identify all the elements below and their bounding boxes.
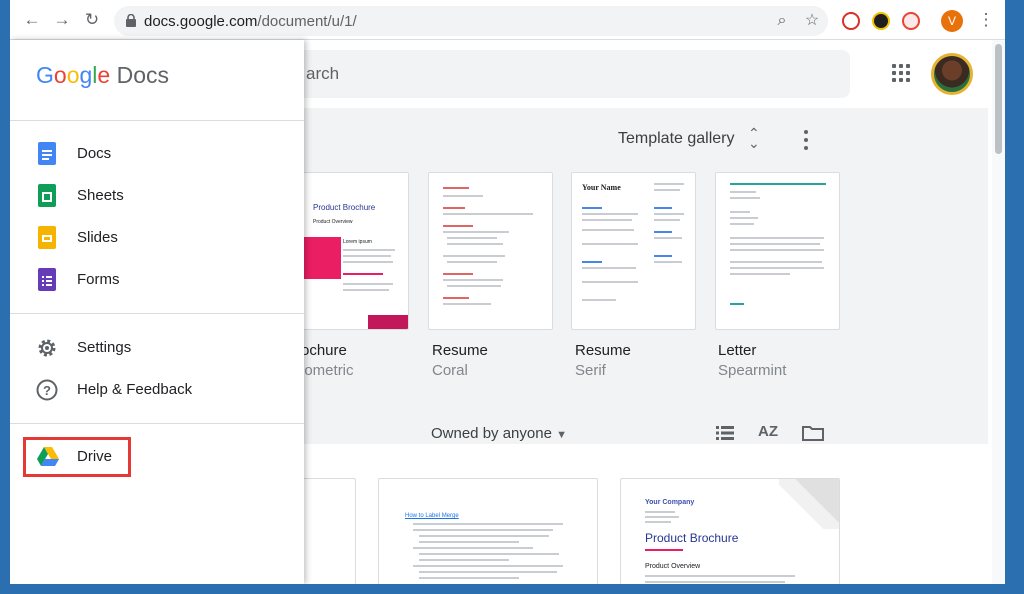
template-preview-heading: Product Brochure xyxy=(313,203,376,212)
document-preview-company: Your Company xyxy=(645,499,695,506)
google-docs-logo[interactable]: Google Docs xyxy=(36,62,169,89)
template-name: Resume xyxy=(575,342,631,359)
folder-icon[interactable] xyxy=(802,425,824,441)
owner-filter-dropdown[interactable]: Owned by anyone ▼ xyxy=(431,425,567,442)
decor-shape xyxy=(368,315,408,329)
slides-icon xyxy=(38,226,56,249)
nav-label: Slides xyxy=(77,229,118,246)
zoom-icon[interactable]: ⌕ xyxy=(772,11,792,31)
template-subname: Coral xyxy=(432,362,468,379)
sheets-icon xyxy=(38,184,56,207)
apps-grid-icon[interactable] xyxy=(892,64,912,84)
browser-toolbar: ← → ↻ docs.google.com/document/u/1/ ⌕ ☆ … xyxy=(10,0,1005,40)
logo-letter: G xyxy=(36,62,54,88)
nav-label: Help & Feedback xyxy=(77,381,193,398)
template-card[interactable]: Your Name xyxy=(571,172,696,330)
nav-label: Settings xyxy=(77,339,132,356)
reload-icon[interactable]: ↻ xyxy=(82,10,102,30)
extension-icon[interactable] xyxy=(872,12,890,30)
logo-letter: o xyxy=(66,62,80,88)
decor-shape xyxy=(779,479,839,529)
nav-item-slides[interactable]: Slides xyxy=(10,218,304,258)
template-subname: eometric xyxy=(296,362,354,379)
nav-item-settings[interactable]: Settings xyxy=(10,328,304,368)
highlight-box xyxy=(23,437,131,477)
browser-window: ← → ↻ docs.google.com/document/u/1/ ⌕ ☆ … xyxy=(10,0,1005,584)
nav-item-sheets[interactable]: Sheets xyxy=(10,176,304,216)
document-card[interactable]: How to Label Merge xyxy=(378,478,598,584)
template-preview-heading: Your Name xyxy=(582,183,621,192)
expand-collapse-icon[interactable]: ⌃ ⌄ xyxy=(748,126,760,150)
template-subname: Serif xyxy=(575,362,606,379)
nav-label: Docs xyxy=(77,145,112,162)
url-text: docs.google.com/document/u/1/ xyxy=(144,13,357,30)
scrollbar-thumb[interactable] xyxy=(995,44,1002,154)
template-name: Resume xyxy=(432,342,488,359)
logo-letter: e xyxy=(97,62,111,88)
profile-avatar[interactable]: V xyxy=(941,10,963,32)
more-options-icon[interactable] xyxy=(804,130,808,150)
nav-item-help[interactable]: ? Help & Feedback xyxy=(10,370,304,410)
template-preview-text: Lorem ipsum xyxy=(343,239,372,245)
nav-label: Sheets xyxy=(77,187,124,204)
svg-text:?: ? xyxy=(43,383,51,398)
help-icon: ? xyxy=(36,379,58,401)
template-name: Letter xyxy=(718,342,757,359)
nav-item-docs[interactable]: Docs xyxy=(10,134,304,174)
back-icon[interactable]: ← xyxy=(22,10,42,30)
template-subname: Spearmint xyxy=(718,362,787,379)
divider xyxy=(10,120,304,121)
star-icon[interactable]: ☆ xyxy=(802,11,822,31)
gear-icon xyxy=(38,339,56,357)
template-card[interactable] xyxy=(715,172,840,330)
apps-drawer: Google Docs Docs Sheets Slides Forms Set… xyxy=(10,40,304,584)
shield-icon[interactable] xyxy=(902,12,920,30)
list-view-icon[interactable] xyxy=(716,426,734,440)
template-card[interactable] xyxy=(428,172,553,330)
lock-icon xyxy=(126,14,136,27)
divider xyxy=(10,423,304,424)
docs-wordmark: Docs xyxy=(116,62,169,88)
logo-letter: g xyxy=(79,62,93,88)
forms-icon xyxy=(38,268,56,291)
page-scrollbar[interactable] xyxy=(992,40,1005,584)
owner-filter-label: Owned by anyone xyxy=(431,425,552,442)
search-placeholder: arch xyxy=(306,64,340,83)
docs-icon xyxy=(38,142,56,165)
extension-icon[interactable] xyxy=(842,12,860,30)
template-preview-subheading: Product Overview xyxy=(313,219,353,225)
address-bar[interactable]: docs.google.com/document/u/1/ ⌕ ☆ xyxy=(114,6,828,36)
sort-az-icon[interactable]: AZ xyxy=(758,423,778,440)
divider xyxy=(10,313,304,314)
dropdown-arrow-icon: ▼ xyxy=(556,429,567,441)
document-card[interactable]: Your Company Product Brochure Product Ov… xyxy=(620,478,840,584)
forward-icon[interactable]: → xyxy=(52,10,72,30)
template-gallery-button[interactable]: Template gallery xyxy=(618,130,735,148)
document-preview-title: How to Label Merge xyxy=(405,513,459,519)
nav-item-forms[interactable]: Forms xyxy=(10,260,304,300)
search-input[interactable]: arch xyxy=(270,50,850,98)
nav-label: Forms xyxy=(77,271,120,288)
logo-letter: o xyxy=(53,62,67,88)
document-preview-subtitle: Product Overview xyxy=(645,563,701,570)
menu-kebab-icon[interactable]: ⋮ xyxy=(976,10,996,30)
document-preview-title: Product Brochure xyxy=(645,531,739,545)
google-wordmark: Google xyxy=(36,62,110,88)
account-avatar[interactable] xyxy=(931,53,973,95)
